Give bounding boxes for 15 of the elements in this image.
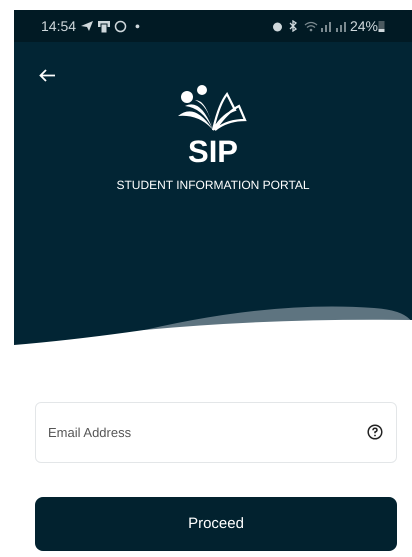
logo-text: SIP <box>188 136 238 168</box>
notification-dot: • <box>135 16 140 36</box>
wifi-icon <box>304 20 318 32</box>
proceed-button[interactable]: Proceed <box>35 497 397 551</box>
battery-icon <box>378 20 385 32</box>
bluetooth-icon <box>288 20 298 32</box>
time: 14:54 <box>41 16 76 36</box>
email-field[interactable]: Email Address <box>35 402 397 463</box>
signal-icon <box>320 20 332 32</box>
battery-percent: 24% <box>350 16 378 36</box>
signal-icon <box>334 20 347 32</box>
help-icon[interactable] <box>367 424 383 440</box>
back-arrow-icon[interactable] <box>39 69 56 82</box>
portal-subtitle: STUDENT INFORMATION PORTAL <box>116 177 310 194</box>
send-icon <box>80 20 94 32</box>
